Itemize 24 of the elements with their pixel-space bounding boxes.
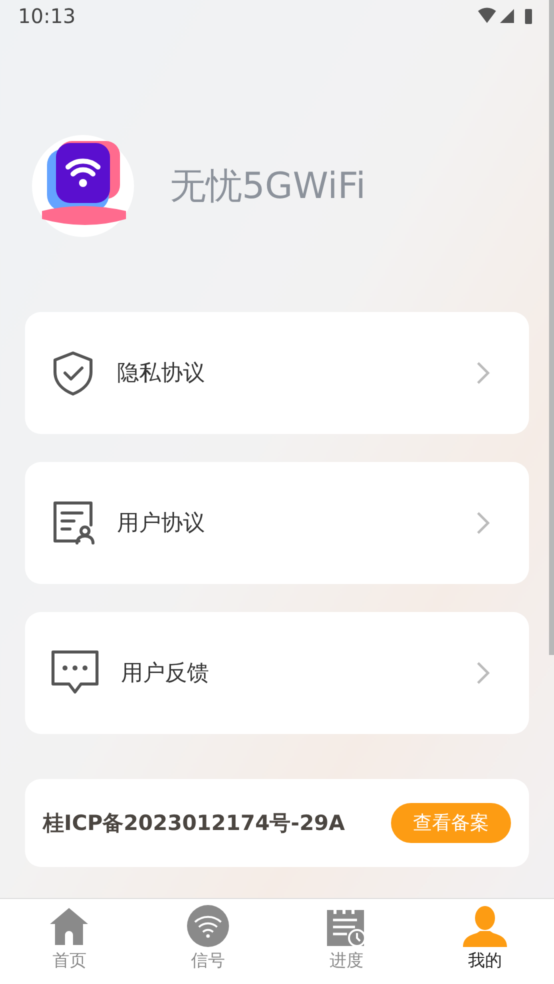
status-time: 10:13 bbox=[18, 4, 76, 28]
menu-card[interactable]: 用户反馈 bbox=[25, 612, 529, 734]
app-logo-icon bbox=[32, 135, 134, 237]
tab-label: 首页 bbox=[52, 950, 86, 972]
menu-label: 隐私协议 bbox=[117, 360, 206, 388]
tab-label: 进度 bbox=[329, 950, 364, 972]
menu-card[interactable]: 隐私协议 bbox=[25, 312, 529, 434]
menu-label: 用户反馈 bbox=[121, 660, 210, 688]
tab-label: 信号 bbox=[190, 950, 225, 972]
chevron-icon bbox=[475, 510, 491, 536]
home-icon bbox=[48, 905, 90, 947]
tab[interactable]: 首页 bbox=[0, 899, 138, 984]
icp-number: 桂ICP备2023012174号-29A bbox=[43, 810, 345, 837]
chevron-icon bbox=[475, 360, 491, 386]
person-icon bbox=[462, 905, 507, 947]
menu-label: 用户协议 bbox=[117, 510, 206, 538]
wifi-icon bbox=[186, 905, 229, 947]
tab[interactable]: 我的 bbox=[416, 899, 554, 984]
tab[interactable]: 进度 bbox=[277, 899, 416, 984]
chevron-icon bbox=[475, 660, 491, 686]
tab[interactable]: 信号 bbox=[138, 899, 277, 984]
tab-label: 我的 bbox=[468, 950, 502, 972]
app-name: 无忧5GWiFi bbox=[170, 164, 366, 208]
menu-card[interactable]: 用户协议 bbox=[25, 462, 529, 584]
